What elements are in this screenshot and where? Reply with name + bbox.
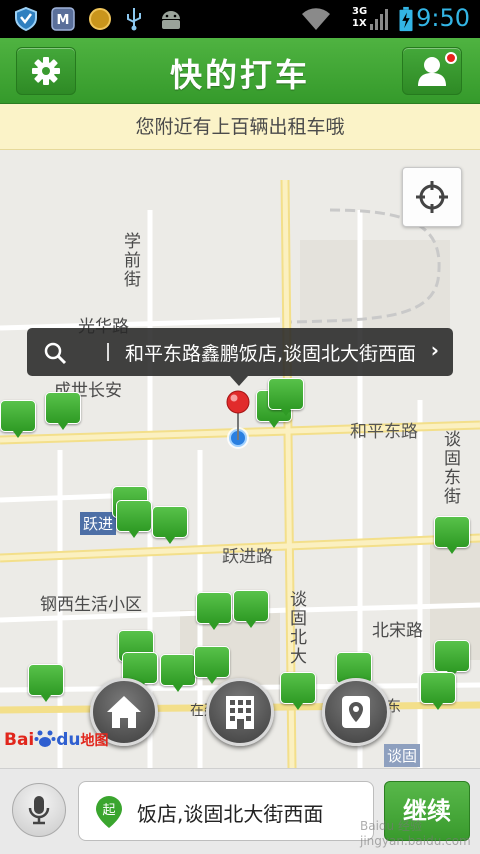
- coin-icon: [89, 8, 111, 30]
- home-icon: [107, 696, 141, 728]
- office-button[interactable]: [206, 678, 274, 746]
- place-label-tangu: 谈固: [384, 744, 421, 767]
- taxi-marker[interactable]: [434, 516, 470, 554]
- map-view[interactable]: 学前街 光华路 成世长安 和平东路 谈固东街 跃进 跃进路 钢西生活小区 谈固北…: [0, 150, 480, 768]
- start-address-value: 饭店,谈固北大街西面: [137, 802, 324, 826]
- road-label-yuejinlu: 跃进路: [222, 547, 273, 567]
- shield-icon: [15, 6, 37, 32]
- place-label-gangxi: 钢西生活小区: [40, 595, 142, 615]
- chevron-right-icon: ›: [430, 338, 439, 362]
- taxi-marker[interactable]: [233, 590, 269, 628]
- m-app-icon: M: [51, 7, 75, 31]
- microphone-icon: [28, 796, 50, 825]
- road-label-beisonglu: 北宋路: [372, 621, 423, 641]
- crosshair-icon: [416, 181, 448, 213]
- network-type: 3G 1X: [352, 6, 368, 29]
- usb-icon: [127, 8, 141, 31]
- address-callout[interactable]: 和平东路鑫鹏饭店,谈固北大街西面 ›: [27, 328, 453, 386]
- nearby-taxis-banner: 您附近有上百辆出租车哦: [0, 104, 480, 150]
- user-icon: [418, 57, 446, 86]
- taxi-marker[interactable]: [420, 672, 456, 710]
- map-background: [0, 150, 480, 768]
- status-bar: M 3G 1X 9:50: [0, 0, 480, 38]
- battery-charging-icon: [399, 6, 413, 32]
- start-pin-icon: 起: [96, 796, 122, 828]
- road-label-hepingdonglu: 和平东路: [350, 422, 418, 442]
- notification-dot: [445, 52, 457, 64]
- signal-icon: [370, 9, 388, 30]
- taxi-marker[interactable]: [0, 400, 36, 438]
- taxi-marker[interactable]: [28, 664, 64, 702]
- taxi-marker[interactable]: [280, 672, 316, 710]
- baidu-map-logo: Bai du地图: [4, 730, 109, 750]
- svg-text:起: 起: [102, 803, 115, 818]
- taxi-marker[interactable]: [45, 392, 81, 430]
- bottom-bar: 起 饭店,谈固北大街西面 继续 Baidu 经验 jingyan.baidu.c…: [0, 768, 480, 854]
- road-label-xueqianjie: 学前街: [120, 232, 140, 289]
- road-label-tangudongjie: 谈固东街: [440, 430, 460, 506]
- road-label-tangubeida: 谈固北大: [286, 590, 306, 666]
- taxi-marker[interactable]: [194, 646, 230, 684]
- callout-address: 和平东路鑫鹏饭店,谈固北大街西面: [125, 343, 417, 365]
- watermark: Baidu 经验 jingyan.baidu.com: [360, 819, 471, 848]
- voice-input-button[interactable]: [12, 783, 66, 837]
- building-icon: [226, 696, 254, 729]
- taxi-marker[interactable]: [152, 506, 188, 544]
- taxi-marker[interactable]: [196, 592, 232, 630]
- search-icon: [44, 342, 67, 365]
- android-icon: [162, 11, 180, 29]
- callout-divider: [107, 343, 109, 361]
- place-label-yuejin: 跃进: [80, 512, 117, 535]
- app-header: 快的打车: [0, 38, 480, 104]
- map-location-button[interactable]: [322, 678, 390, 746]
- clock: 9:50: [416, 4, 470, 32]
- start-address-field[interactable]: 起 饭店,谈固北大街西面: [78, 781, 374, 841]
- taxi-marker[interactable]: [160, 654, 196, 692]
- taxi-marker[interactable]: [116, 500, 152, 538]
- wifi-icon: [302, 8, 330, 30]
- map-pin-icon: [342, 696, 370, 728]
- paw-icon: [34, 730, 56, 747]
- taxi-marker[interactable]: [268, 378, 304, 416]
- locate-me-button[interactable]: [402, 167, 462, 227]
- profile-button[interactable]: [402, 47, 462, 95]
- svg-text:M: M: [57, 13, 70, 28]
